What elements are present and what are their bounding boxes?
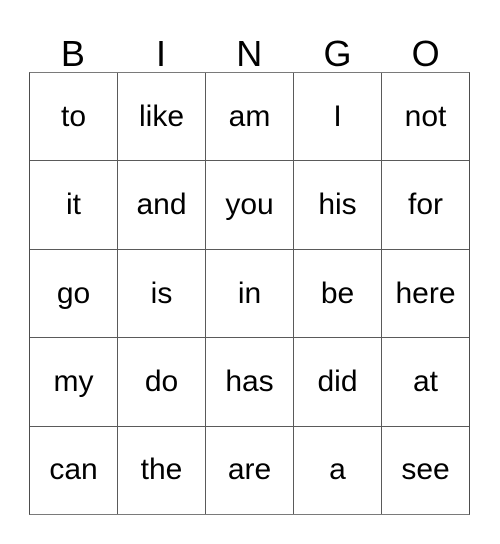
bingo-cell[interactable]: here: [382, 250, 469, 337]
bingo-grid: to like am I not it and you his for go i…: [29, 72, 470, 515]
bingo-row: to like am I not: [30, 73, 469, 162]
bingo-cell-word: see: [401, 453, 450, 487]
bingo-cell[interactable]: do: [118, 338, 206, 426]
bingo-cell-word: are: [227, 453, 272, 487]
bingo-cell[interactable]: see: [382, 427, 469, 514]
bingo-cell-word: has: [225, 364, 274, 398]
bingo-cell[interactable]: to: [30, 73, 118, 161]
bingo-cell-word: to: [60, 99, 87, 133]
bingo-cell-word: a: [329, 453, 346, 487]
bingo-cell[interactable]: has: [206, 338, 294, 426]
bingo-header-cell-g: G: [294, 20, 382, 72]
bingo-cell-word: and: [136, 188, 187, 222]
bingo-cell[interactable]: his: [294, 161, 382, 249]
bingo-cell[interactable]: it: [30, 161, 118, 249]
bingo-cell-word: am: [228, 99, 271, 133]
bingo-header-row: B I N G O: [29, 20, 470, 72]
bingo-cell[interactable]: is: [118, 249, 206, 338]
bingo-cell-word: do: [144, 364, 179, 398]
bingo-cell[interactable]: you: [206, 161, 294, 249]
bingo-cell[interactable]: are: [206, 426, 294, 515]
bingo-cell[interactable]: did: [294, 338, 382, 426]
bingo-cell-word: is: [150, 276, 173, 310]
bingo-cell-word: not: [404, 99, 447, 133]
bingo-cell[interactable]: at: [382, 338, 469, 425]
bingo-header-cell-b: B: [29, 20, 117, 72]
bingo-header-cell-n: N: [205, 20, 293, 72]
bingo-cell-word: for: [407, 188, 443, 222]
bingo-header-cell-i: I: [117, 20, 205, 72]
bingo-cell[interactable]: can: [30, 426, 118, 515]
bingo-header-letter-o: O: [411, 33, 441, 74]
bingo-cell-word: can: [49, 453, 98, 487]
bingo-cell[interactable]: not: [382, 73, 469, 160]
bingo-cell-word: his: [318, 188, 357, 222]
bingo-header-cell-o: O: [382, 20, 470, 72]
bingo-cell-word: at: [412, 364, 439, 398]
bingo-cell-word: go: [56, 276, 91, 310]
bingo-cell[interactable]: for: [382, 161, 469, 248]
bingo-row: it and you his for: [30, 161, 469, 250]
bingo-cell[interactable]: a: [294, 426, 382, 515]
bingo-header-letter-b: B: [60, 33, 86, 74]
bingo-cell[interactable]: in: [206, 249, 294, 338]
bingo-cell[interactable]: go: [30, 249, 118, 338]
bingo-row: go is in be here: [30, 249, 469, 339]
bingo-cell[interactable]: am: [206, 73, 294, 161]
bingo-cell-word: in: [237, 276, 262, 310]
bingo-cell[interactable]: be: [294, 249, 382, 338]
bingo-cell[interactable]: and: [118, 161, 206, 249]
bingo-cell-word: be: [320, 276, 355, 310]
bingo-cell[interactable]: like: [118, 73, 206, 161]
bingo-cell[interactable]: the: [118, 426, 206, 515]
bingo-cell-word: the: [140, 453, 183, 487]
bingo-card: B I N G O to like am I not it and you hi…: [0, 0, 500, 544]
bingo-cell-word: like: [138, 99, 184, 133]
bingo-cell-word: it: [66, 188, 81, 222]
bingo-cell[interactable]: I: [294, 73, 382, 161]
bingo-header-letter-n: N: [236, 33, 263, 74]
bingo-cell[interactable]: my: [30, 338, 118, 426]
bingo-header-letter-g: G: [323, 33, 352, 74]
bingo-cell-word: did: [317, 364, 358, 398]
bingo-cell-word: my: [53, 364, 94, 398]
bingo-row: my do has did at: [30, 338, 469, 427]
bingo-cell-word: I: [333, 99, 342, 133]
bingo-cell-word: you: [225, 188, 274, 222]
bingo-row: can the are a see: [30, 426, 469, 515]
bingo-header-letter-i: I: [156, 33, 167, 74]
bingo-cell-word: here: [395, 276, 456, 310]
